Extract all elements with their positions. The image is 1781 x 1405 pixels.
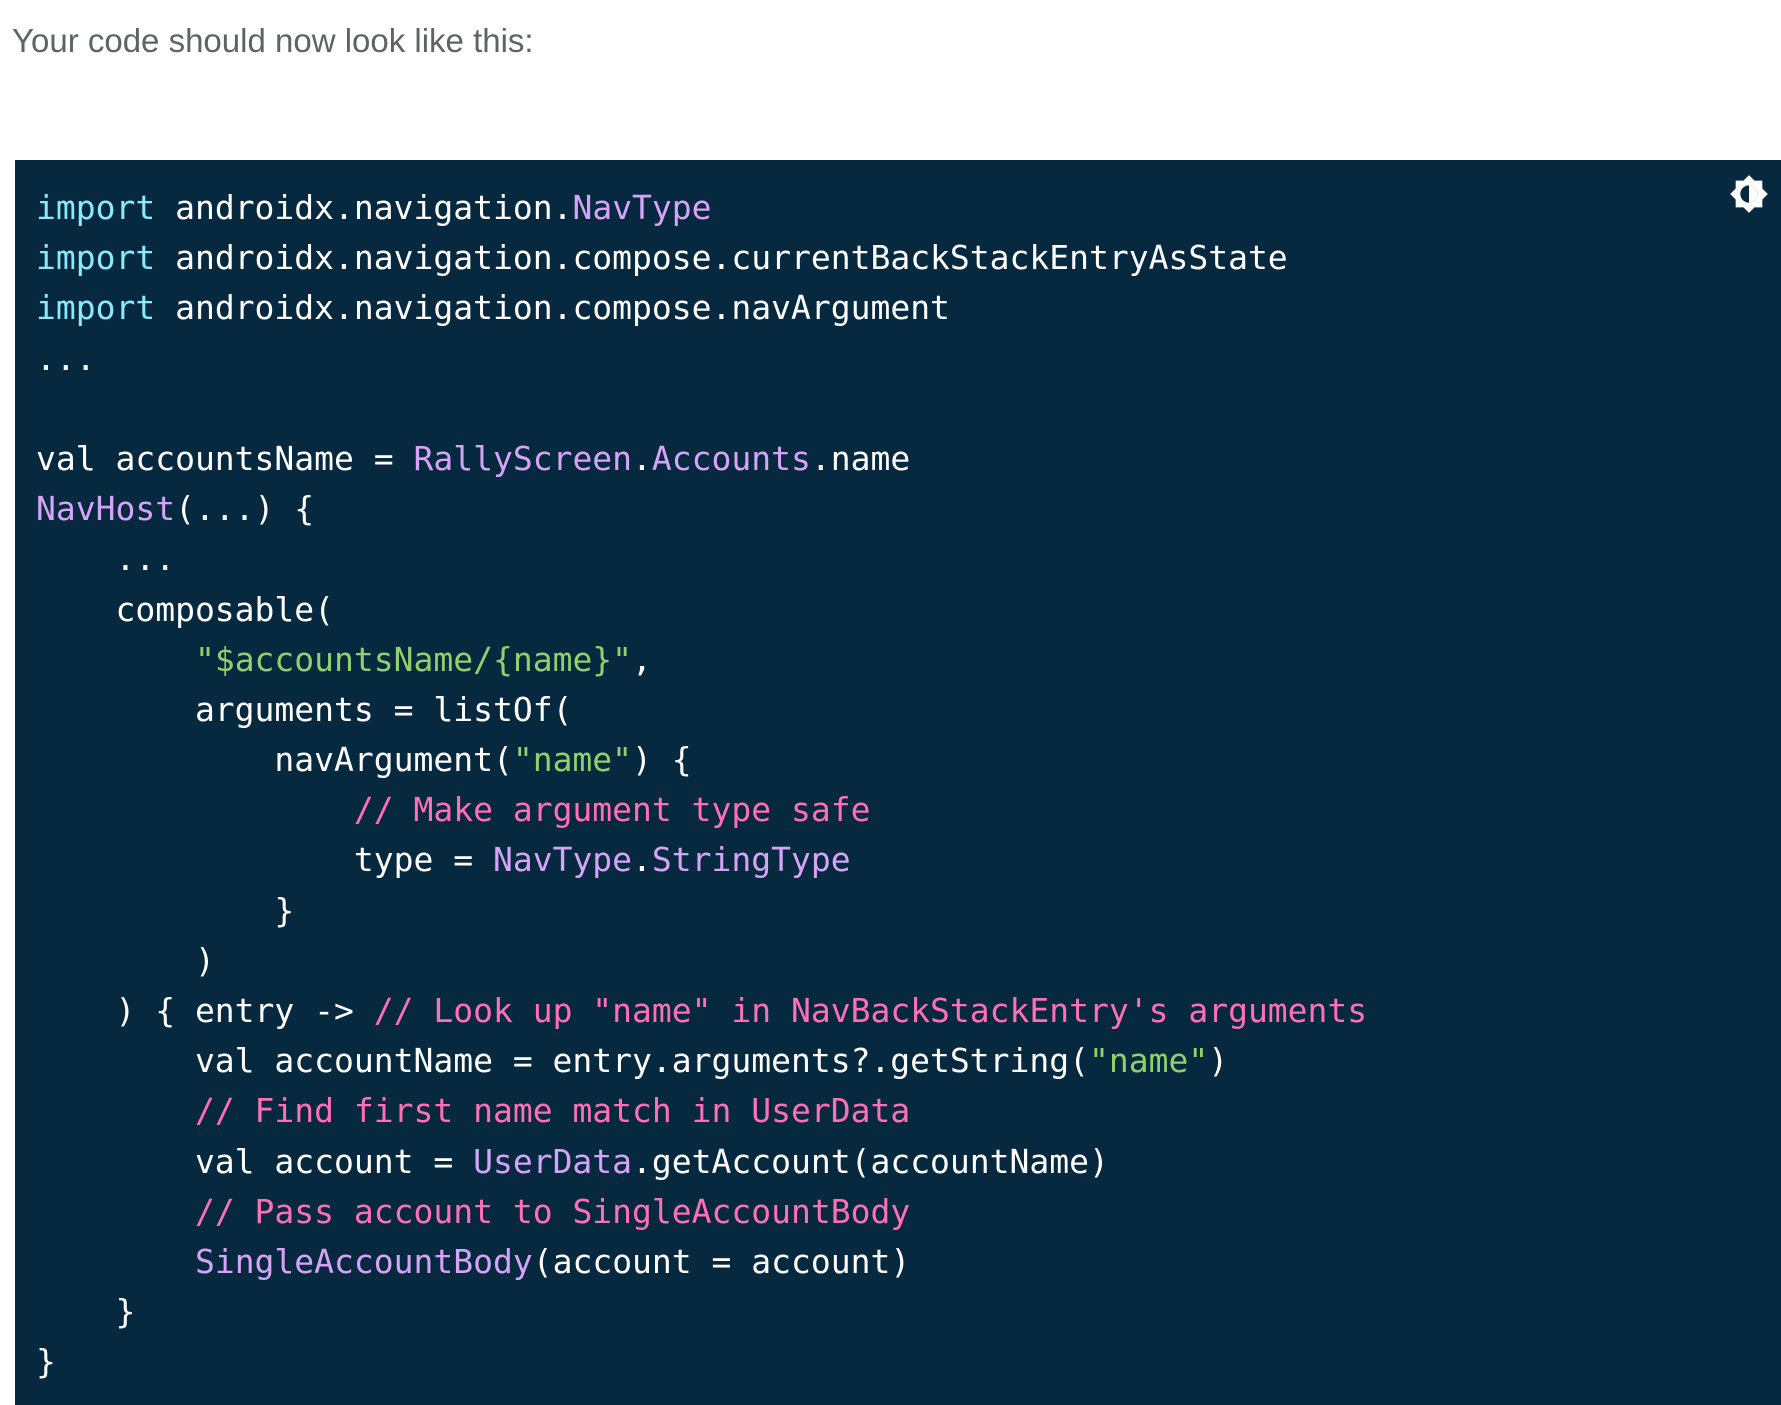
code-token-txt: ) { entry -> <box>36 991 374 1030</box>
code-line: // Make argument type safe <box>36 785 1367 835</box>
code-line: type = NavType.StringType <box>36 835 1367 885</box>
code-token-txt: val accountsName = <box>36 438 414 478</box>
code-token-type: Accounts <box>651 438 811 478</box>
code-token-com: // Make argument type safe <box>353 790 871 830</box>
theme-toggle-button[interactable] <box>1727 172 1771 216</box>
code-line: navArgument("name") { <box>36 735 1367 785</box>
code-token-txt: } <box>36 890 295 930</box>
code-block: import androidx.navigation.NavType import… <box>15 160 1781 1405</box>
code-token-txt: arguments = listOf( <box>36 689 573 729</box>
code-token-str: "name" <box>1089 1041 1209 1081</box>
code-token-txt: ) { <box>632 740 692 780</box>
code-token-txt: type = <box>36 840 493 880</box>
code-token-kw: import <box>36 288 156 328</box>
code-token-txt: .getAccount(accountName) <box>632 1141 1109 1181</box>
code-line: arguments = listOf( <box>36 685 1367 735</box>
code-line: import androidx.navigation.compose.curre… <box>36 233 1367 283</box>
code-line: ) { entry -> // Look up "name" in NavBac… <box>36 986 1367 1036</box>
code-token-str: "name" <box>512 740 633 780</box>
code-token-txt: ) <box>36 940 215 980</box>
code-token-com: // Find first name match in UserData <box>194 1091 911 1131</box>
code-token-txt: androidx.navigation.compose.currentBackS… <box>155 238 1288 278</box>
code-token-type: NavType <box>572 188 712 227</box>
code-token-txt: val accountName = entry.arguments?.getSt… <box>36 1041 1089 1081</box>
code-line: val accountsName = RallyScreen.Accounts.… <box>36 434 1367 484</box>
code-token-txt: navArgument( <box>36 740 513 780</box>
code-token-txt: androidx.navigation.compose.navArgument <box>155 288 950 328</box>
code-token-type: StringType <box>651 840 851 880</box>
intro-text: Your code should now look like this: <box>12 22 534 59</box>
code-line: import androidx.navigation.NavType <box>36 183 1367 233</box>
code-token-type: RallyScreen <box>413 438 633 478</box>
code-token-type: UserData <box>473 1141 633 1181</box>
code-token-txt: ) <box>1208 1041 1229 1081</box>
code-line: ... <box>36 334 1367 384</box>
code-line: val accountName = entry.arguments?.getSt… <box>36 1036 1367 1086</box>
code-line: } <box>36 1337 1367 1387</box>
code-token-com: // Look up "name" in NavBackStackEntry's… <box>373 991 1368 1030</box>
code-line: import androidx.navigation.compose.navAr… <box>36 283 1367 333</box>
code-token-str: "$accountsName/{name}" <box>194 639 633 679</box>
code-line: "$accountsName/{name}", <box>36 635 1367 685</box>
code-token-type: NavHost <box>36 489 176 529</box>
code-token-txt: } <box>36 1292 136 1332</box>
code-line: SingleAccountBody(account = account) <box>36 1237 1367 1287</box>
brightness-icon <box>1730 175 1768 213</box>
code-token-txt: ... <box>36 539 176 579</box>
code-line: // Find first name match in UserData <box>36 1086 1367 1136</box>
code-line: } <box>36 1287 1367 1337</box>
code-token-txt: composable( <box>36 589 335 629</box>
code-listing: import androidx.navigation.NavType import… <box>36 183 1367 1388</box>
code-token-kw: import <box>36 238 156 278</box>
code-token-txt: , <box>632 639 652 679</box>
code-line: composable( <box>36 585 1367 635</box>
code-token-txt: androidx.navigation. <box>155 188 573 227</box>
code-token-txt: (...) { <box>175 489 315 529</box>
code-line: val account = UserData.getAccount(accoun… <box>36 1137 1367 1187</box>
code-line: ) <box>36 936 1367 986</box>
code-token-txt: val account = <box>36 1141 474 1181</box>
code-line: ​ <box>36 384 1367 434</box>
code-token-txt: } <box>36 1342 56 1382</box>
code-line: NavHost(...) { <box>36 484 1367 534</box>
code-token-txt: . <box>632 438 652 478</box>
code-token-txt: ... <box>36 338 96 378</box>
code-token-com: // Pass account to SingleAccountBody <box>194 1191 911 1231</box>
code-token-txt: . <box>632 840 652 880</box>
code-line: } <box>36 886 1367 936</box>
code-token-txt: .name <box>810 438 911 478</box>
code-token-type: NavType <box>492 840 633 880</box>
code-line: // Pass account to SingleAccountBody <box>36 1187 1367 1237</box>
code-token-kw: import <box>36 188 156 227</box>
code-token-txt: (account = account) <box>532 1241 911 1281</box>
code-token-type: SingleAccountBody <box>194 1241 533 1281</box>
code-line: ... <box>36 534 1367 584</box>
